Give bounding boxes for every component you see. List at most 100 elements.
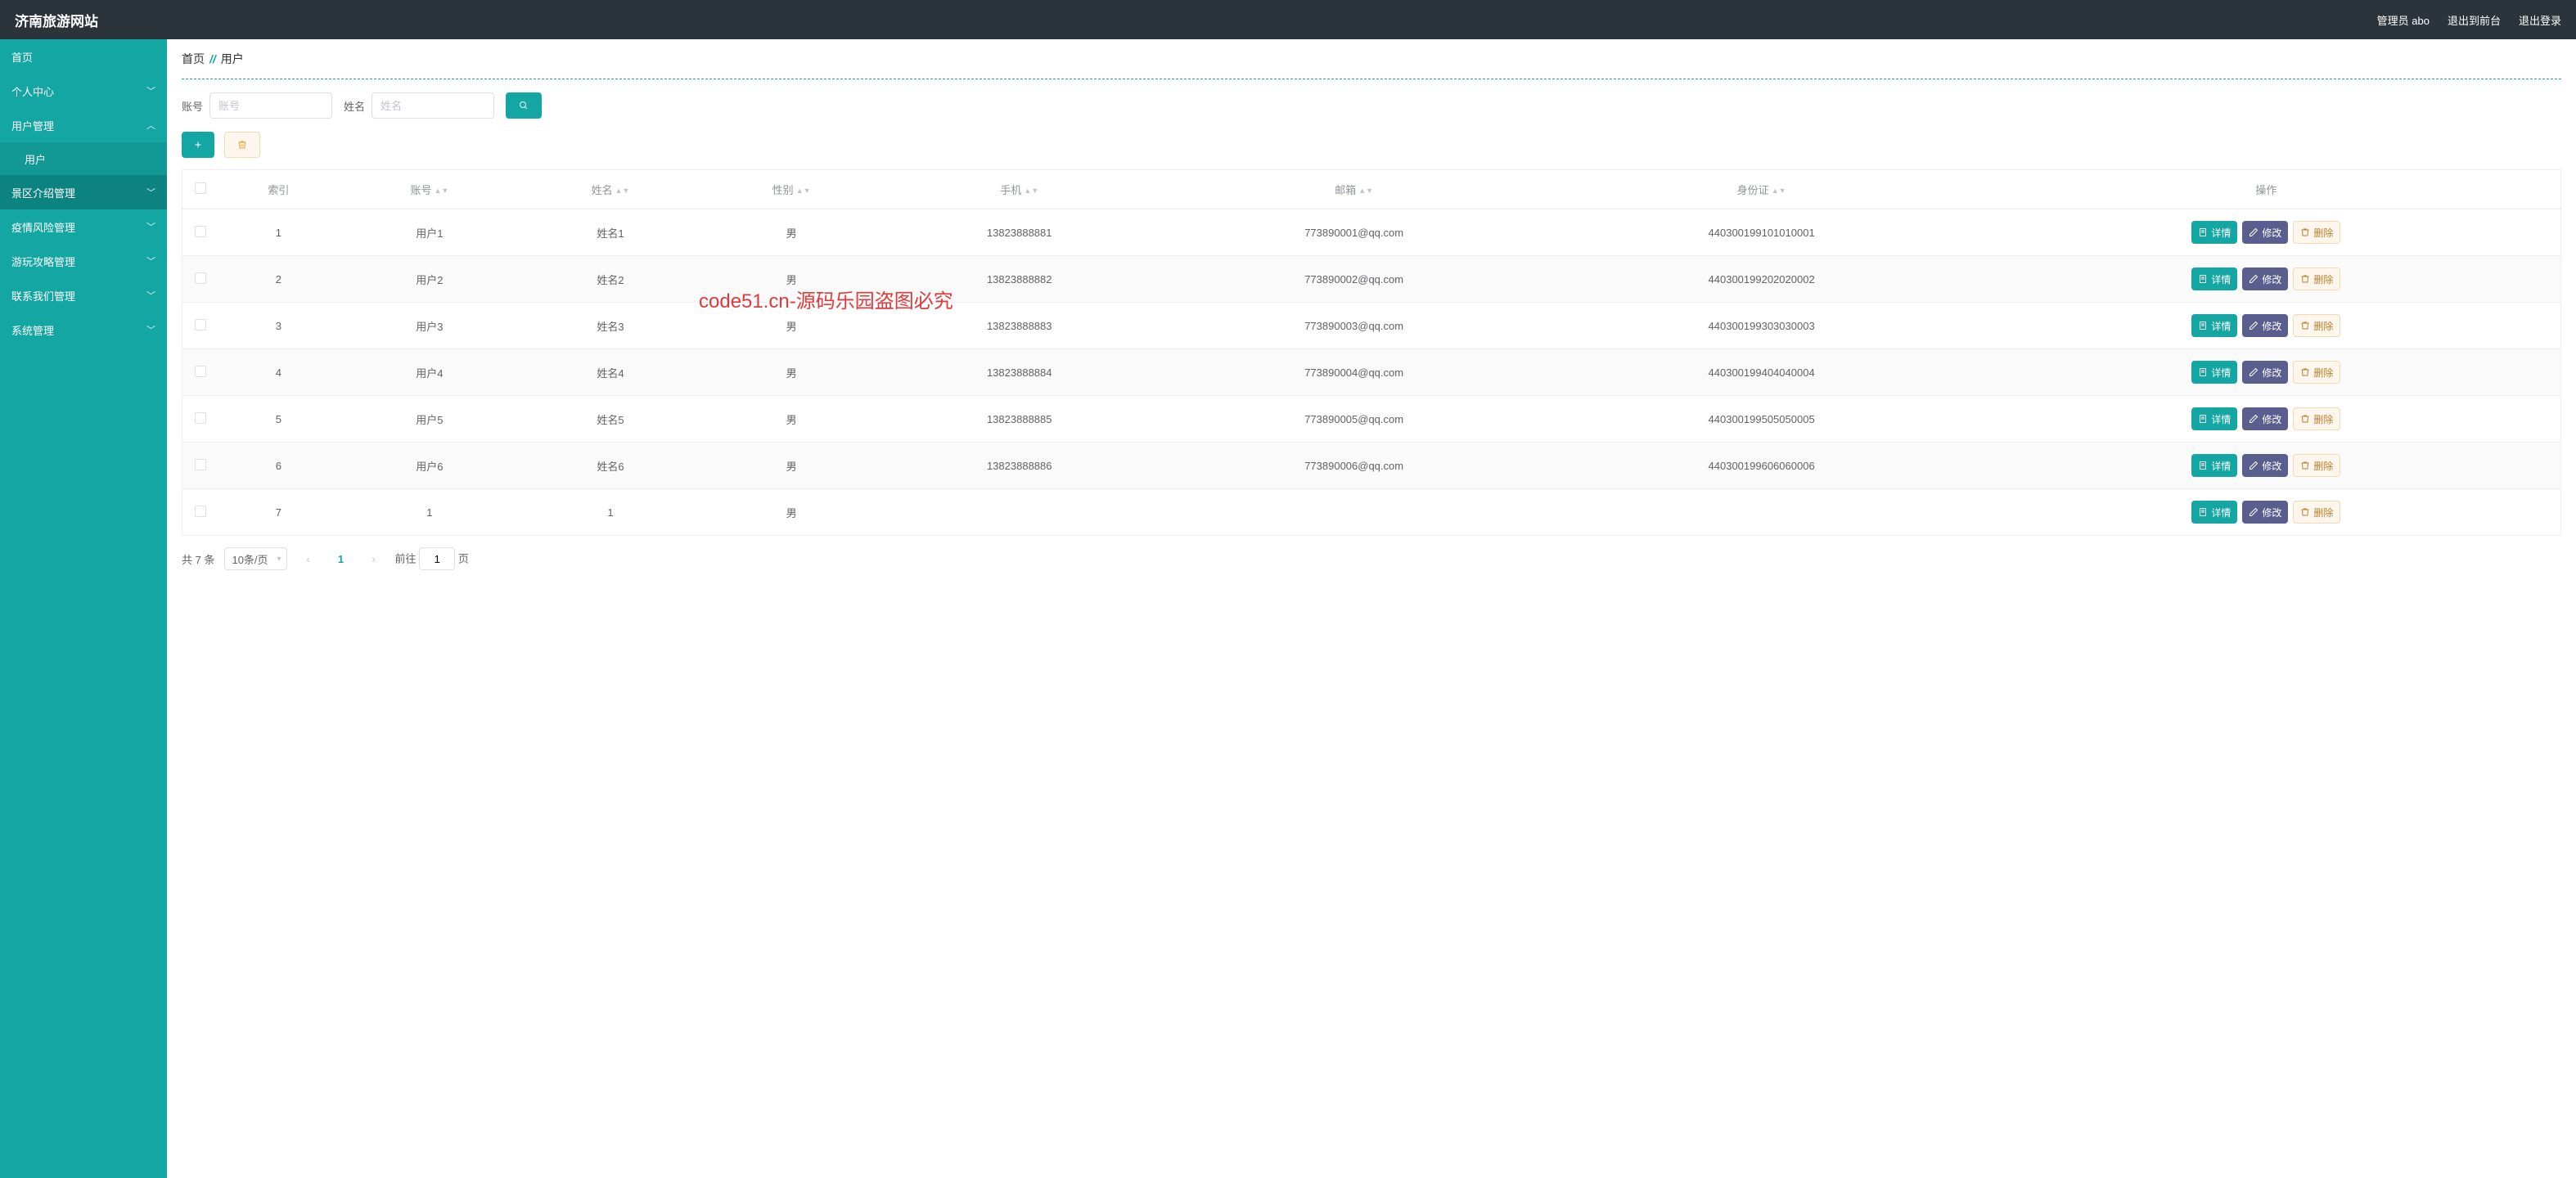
col-email[interactable]: 邮箱▲▼ — [1157, 170, 1551, 209]
pagination-jump-input[interactable] — [419, 547, 455, 570]
sidebar-item-user-manage[interactable]: 用户管理 ︿ — [0, 108, 167, 142]
cell-index: 5 — [218, 396, 340, 443]
row-edit-button[interactable]: 修改 — [2242, 454, 2288, 477]
logout-link[interactable]: 退出登录 — [2519, 12, 2561, 28]
sidebar-item-label: 个人中心 — [11, 83, 54, 99]
edit-icon — [2249, 414, 2259, 424]
cell-idcard: 440300199404040004 — [1551, 349, 1972, 396]
cell-phone: 13823888885 — [882, 396, 1157, 443]
row-delete-button[interactable]: 删除 — [2293, 407, 2340, 430]
toolbar — [182, 132, 2561, 158]
col-phone[interactable]: 手机▲▼ — [882, 170, 1157, 209]
row-detail-button[interactable]: 详情 — [2191, 361, 2237, 384]
breadcrumb-root[interactable]: 首页 — [182, 51, 205, 67]
row-delete-button[interactable]: 删除 — [2293, 221, 2340, 244]
chevron-down-icon: ﹀ — [146, 186, 155, 199]
row-edit-button[interactable]: 修改 — [2242, 221, 2288, 244]
row-delete-button[interactable]: 删除 — [2293, 501, 2340, 524]
cell-account: 用户3 — [339, 303, 520, 349]
cell-idcard — [1551, 489, 1972, 536]
row-delete-button[interactable]: 删除 — [2293, 268, 2340, 290]
pagination-pagesize-select[interactable]: 10条/页 ▾ — [224, 547, 286, 570]
sidebar-item-label: 用户管理 — [11, 118, 54, 133]
select-all-checkbox[interactable] — [195, 182, 206, 194]
admin-label[interactable]: 管理员 abo — [2377, 12, 2430, 28]
cell-account: 用户6 — [339, 443, 520, 489]
sidebar-home[interactable]: 首页 — [0, 39, 167, 74]
col-account[interactable]: 账号▲▼ — [339, 170, 520, 209]
row-edit-button[interactable]: 修改 — [2242, 361, 2288, 384]
pagination-prev-button[interactable]: ‹ — [297, 547, 320, 570]
row-detail-button[interactable]: 详情 — [2191, 407, 2237, 430]
search-button[interactable] — [506, 92, 542, 119]
row-detail-button[interactable]: 详情 — [2191, 501, 2237, 524]
col-index[interactable]: 索引 — [218, 170, 340, 209]
cell-actions: 详情修改删除 — [1972, 489, 2561, 536]
exit-to-front-link[interactable]: 退出到前台 — [2448, 12, 2501, 28]
cell-index: 4 — [218, 349, 340, 396]
cell-gender: 男 — [701, 349, 882, 396]
row-checkbox[interactable] — [195, 506, 206, 517]
row-detail-button[interactable]: 详情 — [2191, 268, 2237, 290]
cell-name: 姓名4 — [520, 349, 700, 396]
cell-idcard: 440300199202020002 — [1551, 256, 1972, 303]
sidebar-subitem-user[interactable]: 用户 — [0, 142, 167, 175]
row-detail-button[interactable]: 详情 — [2191, 221, 2237, 244]
cell-gender: 男 — [701, 396, 882, 443]
sidebar-item-label: 游玩攻略管理 — [11, 254, 75, 269]
row-checkbox[interactable] — [195, 412, 206, 424]
sidebar-item-scenic[interactable]: 景区介绍管理 ﹀ — [0, 175, 167, 209]
row-checkbox[interactable] — [195, 319, 206, 330]
sidebar-item-contact[interactable]: 联系我们管理 ﹀ — [0, 278, 167, 312]
row-edit-button[interactable]: 修改 — [2242, 501, 2288, 524]
row-edit-button[interactable]: 修改 — [2242, 407, 2288, 430]
sidebar-item-epidemic[interactable]: 疫情风险管理 ﹀ — [0, 209, 167, 244]
batch-delete-button[interactable] — [224, 132, 260, 158]
breadcrumb: 首页 // 用户 — [182, 39, 2561, 79]
table-row: 5用户5姓名5男13823888885773890005@qq.com44030… — [182, 396, 2561, 443]
pagination-current-page[interactable]: 1 — [330, 553, 353, 565]
pagination-jump: 前往 页 — [395, 547, 469, 570]
sidebar-subitem-label: 用户 — [25, 151, 46, 167]
sidebar-item-guide[interactable]: 游玩攻略管理 ﹀ — [0, 244, 167, 278]
filter-bar: 账号 姓名 — [182, 92, 2561, 119]
sidebar-item-system[interactable]: 系统管理 ﹀ — [0, 312, 167, 347]
cell-index: 6 — [218, 443, 340, 489]
cell-gender: 男 — [701, 209, 882, 256]
row-checkbox[interactable] — [195, 366, 206, 377]
document-icon — [2198, 414, 2208, 424]
sort-icon: ▲▼ — [1024, 189, 1038, 193]
col-idcard[interactable]: 身份证▲▼ — [1551, 170, 1972, 209]
pagination-total: 共 7 条 — [182, 551, 214, 567]
breadcrumb-current: 用户 — [221, 51, 244, 67]
app-brand: 济南旅游网站 — [15, 10, 98, 30]
col-gender[interactable]: 性别▲▼ — [701, 170, 882, 209]
row-delete-button[interactable]: 删除 — [2293, 454, 2340, 477]
row-delete-button[interactable]: 删除 — [2293, 361, 2340, 384]
filter-name-label: 姓名 — [344, 98, 365, 114]
sidebar-home-label: 首页 — [11, 49, 33, 65]
row-checkbox[interactable] — [195, 226, 206, 237]
col-name[interactable]: 姓名▲▼ — [520, 170, 700, 209]
pagination-next-button[interactable]: › — [363, 547, 385, 570]
row-delete-button[interactable]: 删除 — [2293, 314, 2340, 337]
filter-account-input[interactable] — [209, 92, 332, 119]
cell-actions: 详情修改删除 — [1972, 303, 2561, 349]
row-detail-button[interactable]: 详情 — [2191, 314, 2237, 337]
cell-account: 用户1 — [339, 209, 520, 256]
row-edit-button[interactable]: 修改 — [2242, 314, 2288, 337]
filter-account-label: 账号 — [182, 98, 203, 114]
cell-email: 773890005@qq.com — [1157, 396, 1551, 443]
row-edit-button[interactable]: 修改 — [2242, 268, 2288, 290]
cell-phone: 13823888886 — [882, 443, 1157, 489]
row-checkbox[interactable] — [195, 459, 206, 470]
table-row: 1用户1姓名1男13823888881773890001@qq.com44030… — [182, 209, 2561, 256]
add-button[interactable] — [182, 132, 214, 158]
document-icon — [2198, 227, 2208, 237]
cell-idcard: 440300199606060006 — [1551, 443, 1972, 489]
sidebar-item-profile[interactable]: 个人中心 ﹀ — [0, 74, 167, 108]
sort-icon: ▲▼ — [615, 189, 630, 193]
filter-name-input[interactable] — [372, 92, 494, 119]
row-detail-button[interactable]: 详情 — [2191, 454, 2237, 477]
row-checkbox[interactable] — [195, 272, 206, 284]
